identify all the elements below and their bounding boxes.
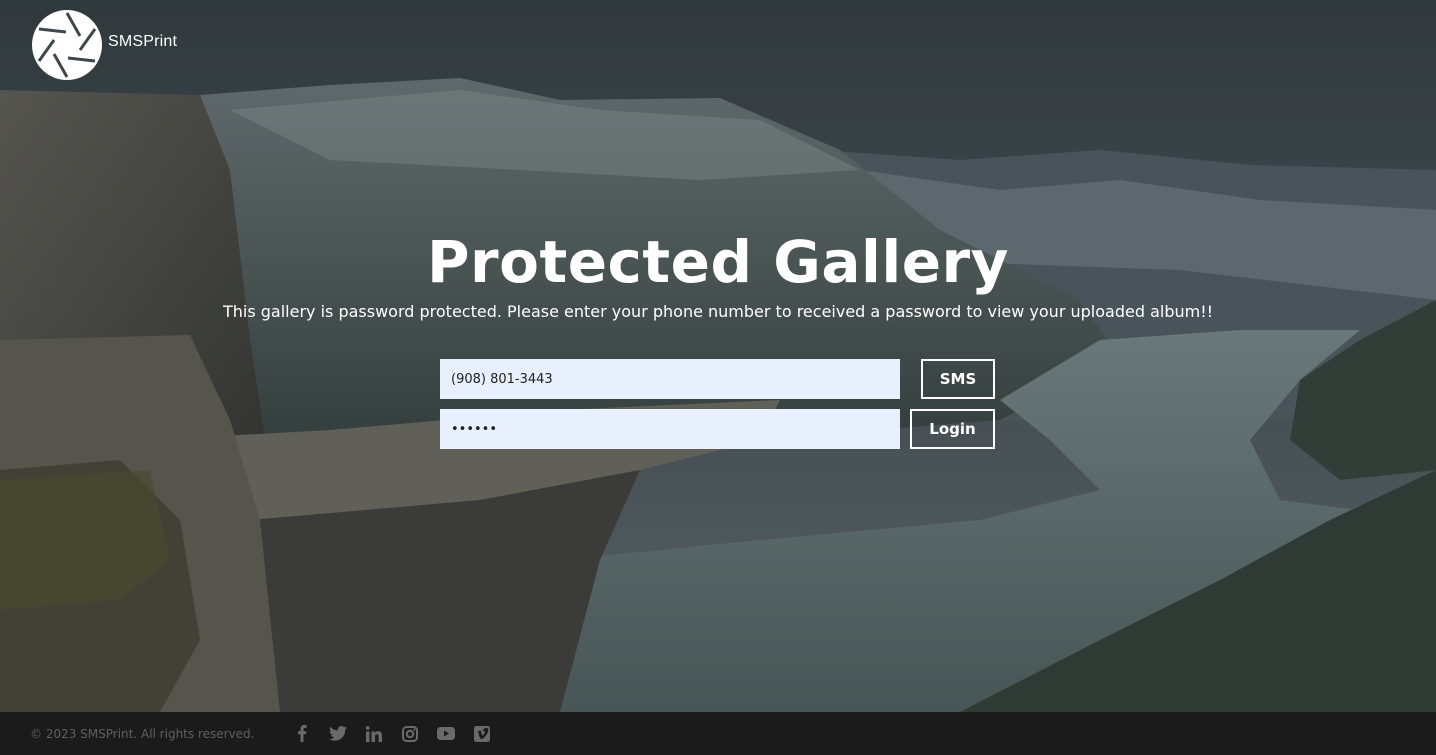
social-links	[276, 724, 492, 744]
youtube-icon[interactable]	[436, 724, 456, 744]
copyright-text: © 2023 SMSPrint. All rights reserved.	[30, 726, 255, 741]
vimeo-icon[interactable]	[472, 724, 492, 744]
instagram-icon[interactable]	[400, 724, 420, 744]
phone-form-row: SMS	[440, 359, 995, 399]
brand-name: SMSPrint	[108, 33, 178, 50]
page-title: Protected Gallery	[427, 228, 1009, 296]
brand-logo[interactable]: SMSPrint	[32, 10, 177, 80]
phone-input[interactable]	[440, 359, 900, 399]
background-overlay	[0, 0, 1436, 712]
linkedin-icon[interactable]	[364, 724, 384, 744]
footer: © 2023 SMSPrint. All rights reserved.	[0, 712, 1436, 755]
camera-aperture-icon	[32, 10, 102, 80]
facebook-icon[interactable]	[292, 724, 312, 744]
page: SMSPrint Protected Gallery This gallery …	[0, 0, 1436, 755]
login-button[interactable]: Login	[910, 409, 995, 449]
sms-button[interactable]: SMS	[921, 359, 995, 399]
page-subtitle: This gallery is password protected. Plea…	[222, 302, 1214, 321]
password-form-row: Login	[440, 409, 995, 449]
password-input[interactable]	[440, 409, 900, 449]
twitter-icon[interactable]	[328, 724, 348, 744]
hero-section: Protected Gallery This gallery is passwo…	[0, 222, 1436, 324]
